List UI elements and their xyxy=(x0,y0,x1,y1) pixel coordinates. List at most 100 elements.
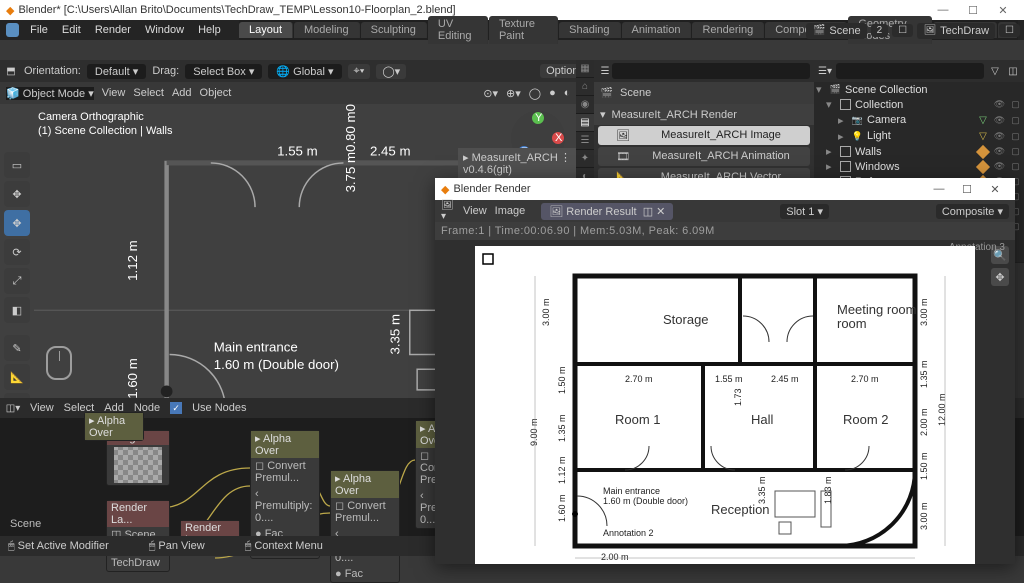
menu-render[interactable]: Render xyxy=(88,24,138,36)
svg-text:3.00 m: 3.00 m xyxy=(919,298,929,326)
proptab-3[interactable]: ▤ xyxy=(576,114,594,132)
svg-text:1.60 m: 1.60 m xyxy=(557,494,567,522)
vpmenu-object[interactable]: Object xyxy=(200,87,232,99)
svg-text:1.55 m: 1.55 m xyxy=(277,144,318,159)
tab-uv[interactable]: UV Editing xyxy=(428,16,488,44)
outliner-row[interactable]: ▸Walls👁▢ xyxy=(814,144,1024,159)
new-collection-icon[interactable]: ◫ xyxy=(1006,64,1020,78)
orientation-dropdown[interactable]: Default ▾ xyxy=(87,64,146,79)
rwin-close[interactable]: ✕ xyxy=(981,183,1009,196)
menu-file[interactable]: File xyxy=(23,24,55,36)
render-section[interactable]: MeasureIt_ARCH Render xyxy=(612,109,737,121)
svg-text:Main entrance: Main entrance xyxy=(214,340,298,355)
slot-selector[interactable]: Slot 1 ▾ xyxy=(780,204,829,219)
menu-window[interactable]: Window xyxy=(138,24,191,36)
gizmo-toggle[interactable]: ⊕▾ xyxy=(506,87,521,100)
scene-count[interactable]: 2 xyxy=(871,24,889,37)
svg-text:2.70 m: 2.70 m xyxy=(851,374,879,384)
minimize-button[interactable]: — xyxy=(928,4,958,16)
orientation-label: Orientation: xyxy=(24,65,81,77)
floorplan-render: Storage Meeting room room Room 1 Hall Ro… xyxy=(475,246,975,564)
drag-label: Drag: xyxy=(152,65,179,77)
render-window[interactable]: ◆ Blender Render — ☐ ✕ 🖼▾ View Image 🖼 R… xyxy=(435,178,1015,564)
vpmenu-add[interactable]: Add xyxy=(172,87,192,99)
drag-dropdown[interactable]: Select Box ▾ xyxy=(185,64,262,79)
outliner-row[interactable]: ▾Collection👁▢ xyxy=(814,97,1024,112)
new-viewlayer-button[interactable]: ☐ xyxy=(999,24,1020,37)
renderitem-image[interactable]: 🖼MeasureIt_ARCH Image xyxy=(598,126,810,145)
vpmenu-select[interactable]: Select xyxy=(133,87,164,99)
top-right-bar: 🎬Scene 2 ☐ 🖼TechDraw ☐ xyxy=(806,22,1020,39)
tool-move[interactable]: ✥ xyxy=(4,210,30,236)
menu-edit[interactable]: Edit xyxy=(55,24,88,36)
pass-selector[interactable]: Composite ▾ xyxy=(936,204,1009,219)
backdrop-label: Scene xyxy=(10,518,41,530)
tool-scale[interactable]: ⤢ xyxy=(4,268,30,294)
tool-transform[interactable]: ◧ xyxy=(4,297,30,323)
tab-texture[interactable]: Texture Paint xyxy=(489,16,558,44)
rnav-pan[interactable]: ✥ xyxy=(991,268,1009,286)
outliner-row[interactable]: ▸📷Camera▽👁▢ xyxy=(814,112,1024,128)
svg-text:1.60 m (Double door): 1.60 m (Double door) xyxy=(214,357,339,372)
menu-help[interactable]: Help xyxy=(191,24,228,36)
svg-text:12.00 m: 12.00 m xyxy=(937,393,947,426)
viewlayer-selector[interactable]: 🖼TechDraw xyxy=(917,23,995,39)
outliner-search[interactable] xyxy=(836,63,984,79)
tab-animation[interactable]: Animation xyxy=(622,22,692,38)
close-button[interactable]: ✕ xyxy=(988,4,1018,17)
maximize-button[interactable]: ☐ xyxy=(958,4,988,17)
tool-cursor[interactable]: ✥ xyxy=(4,181,30,207)
tab-layout[interactable]: Layout xyxy=(239,22,293,38)
svg-text:Room 2: Room 2 xyxy=(843,412,889,427)
proptab-1[interactable]: ⌂ xyxy=(576,78,594,96)
tool-rotate[interactable]: ⟳ xyxy=(4,239,30,265)
svg-text:9.00 m: 9.00 m xyxy=(529,418,539,446)
blender-logo-icon xyxy=(6,23,19,37)
shading-wire[interactable]: ◯ xyxy=(529,87,541,100)
transform-orientation[interactable]: 🌐 Global ▾ xyxy=(268,64,341,79)
shading-matprev[interactable]: ◐ xyxy=(564,87,571,99)
editor-icon[interactable]: ◫▾ xyxy=(6,401,20,415)
render-result-pill[interactable]: 🖼 Render Result ◫ ✕ xyxy=(541,203,673,220)
proptab-2[interactable]: ◉ xyxy=(576,96,594,114)
proptab-4[interactable]: ☰ xyxy=(576,132,594,150)
tab-modeling[interactable]: Modeling xyxy=(294,22,360,38)
rwin-min[interactable]: — xyxy=(925,183,953,195)
cmenu-view[interactable]: View xyxy=(30,402,54,414)
tab-shading[interactable]: Shading xyxy=(559,22,620,38)
render-view[interactable]: 🔍 ✥ Annotation 3 Storage Meeting room ro… xyxy=(435,240,1015,564)
new-scene-button[interactable]: ☐ xyxy=(892,24,913,37)
outliner-row[interactable]: ▸Windows👁▢ xyxy=(814,159,1024,174)
rmenu-view[interactable]: View xyxy=(463,205,487,217)
render-titlebar: ◆ Blender Render — ☐ ✕ xyxy=(435,178,1015,200)
tool-measure[interactable]: 📐 xyxy=(4,364,30,390)
svg-text:1.60 m: 1.60 m xyxy=(125,358,140,398)
scene-selector[interactable]: 🎬Scene xyxy=(806,23,866,39)
rmenu-image[interactable]: Image xyxy=(495,205,526,217)
vpmenu-view[interactable]: View xyxy=(102,87,126,99)
rwin-max[interactable]: ☐ xyxy=(953,183,981,196)
tool-annotate[interactable]: ✎ xyxy=(4,335,30,361)
rhdr-editor-icon[interactable]: 🖼▾ xyxy=(441,204,455,218)
proportional-button[interactable]: ◯▾ xyxy=(376,64,406,79)
snap-button[interactable]: ⌖▾ xyxy=(348,64,371,79)
prop-search[interactable] xyxy=(612,63,810,79)
scene-name: Scene xyxy=(620,87,651,99)
shading-solid[interactable]: ● xyxy=(549,87,556,99)
outliner-row[interactable]: ▸💡Light▽👁▢ xyxy=(814,128,1024,144)
tab-rendering[interactable]: Rendering xyxy=(692,22,764,38)
node-alphaover-0[interactable]: ▸ Alpha Over xyxy=(84,412,144,441)
tab-sculpting[interactable]: Sculpting xyxy=(361,22,427,38)
svg-text:X: X xyxy=(555,132,563,144)
tool-select[interactable]: ▭ xyxy=(4,152,30,178)
filter-icon[interactable]: ▽ xyxy=(988,64,1002,78)
renderitem-animation[interactable]: 🎞MeasureIt_ARCH Animation xyxy=(598,147,810,166)
editor-type-icon[interactable]: ⬒ xyxy=(4,64,18,78)
proptab-5[interactable]: ✦ xyxy=(576,150,594,168)
overlay-toggle[interactable]: ⊙▾ xyxy=(483,87,498,100)
svg-text:3.00 m: 3.00 m xyxy=(919,502,929,530)
use-nodes-check[interactable]: ✓ xyxy=(170,402,182,414)
node-alphaover-2[interactable]: ▸ Alpha Over ◻ Convert Premul... ‹ Premu… xyxy=(330,470,400,583)
proptab-0[interactable]: ▦ xyxy=(576,60,594,78)
mode-dropdown[interactable]: 🧊 Object Mode ▾ xyxy=(6,87,94,100)
